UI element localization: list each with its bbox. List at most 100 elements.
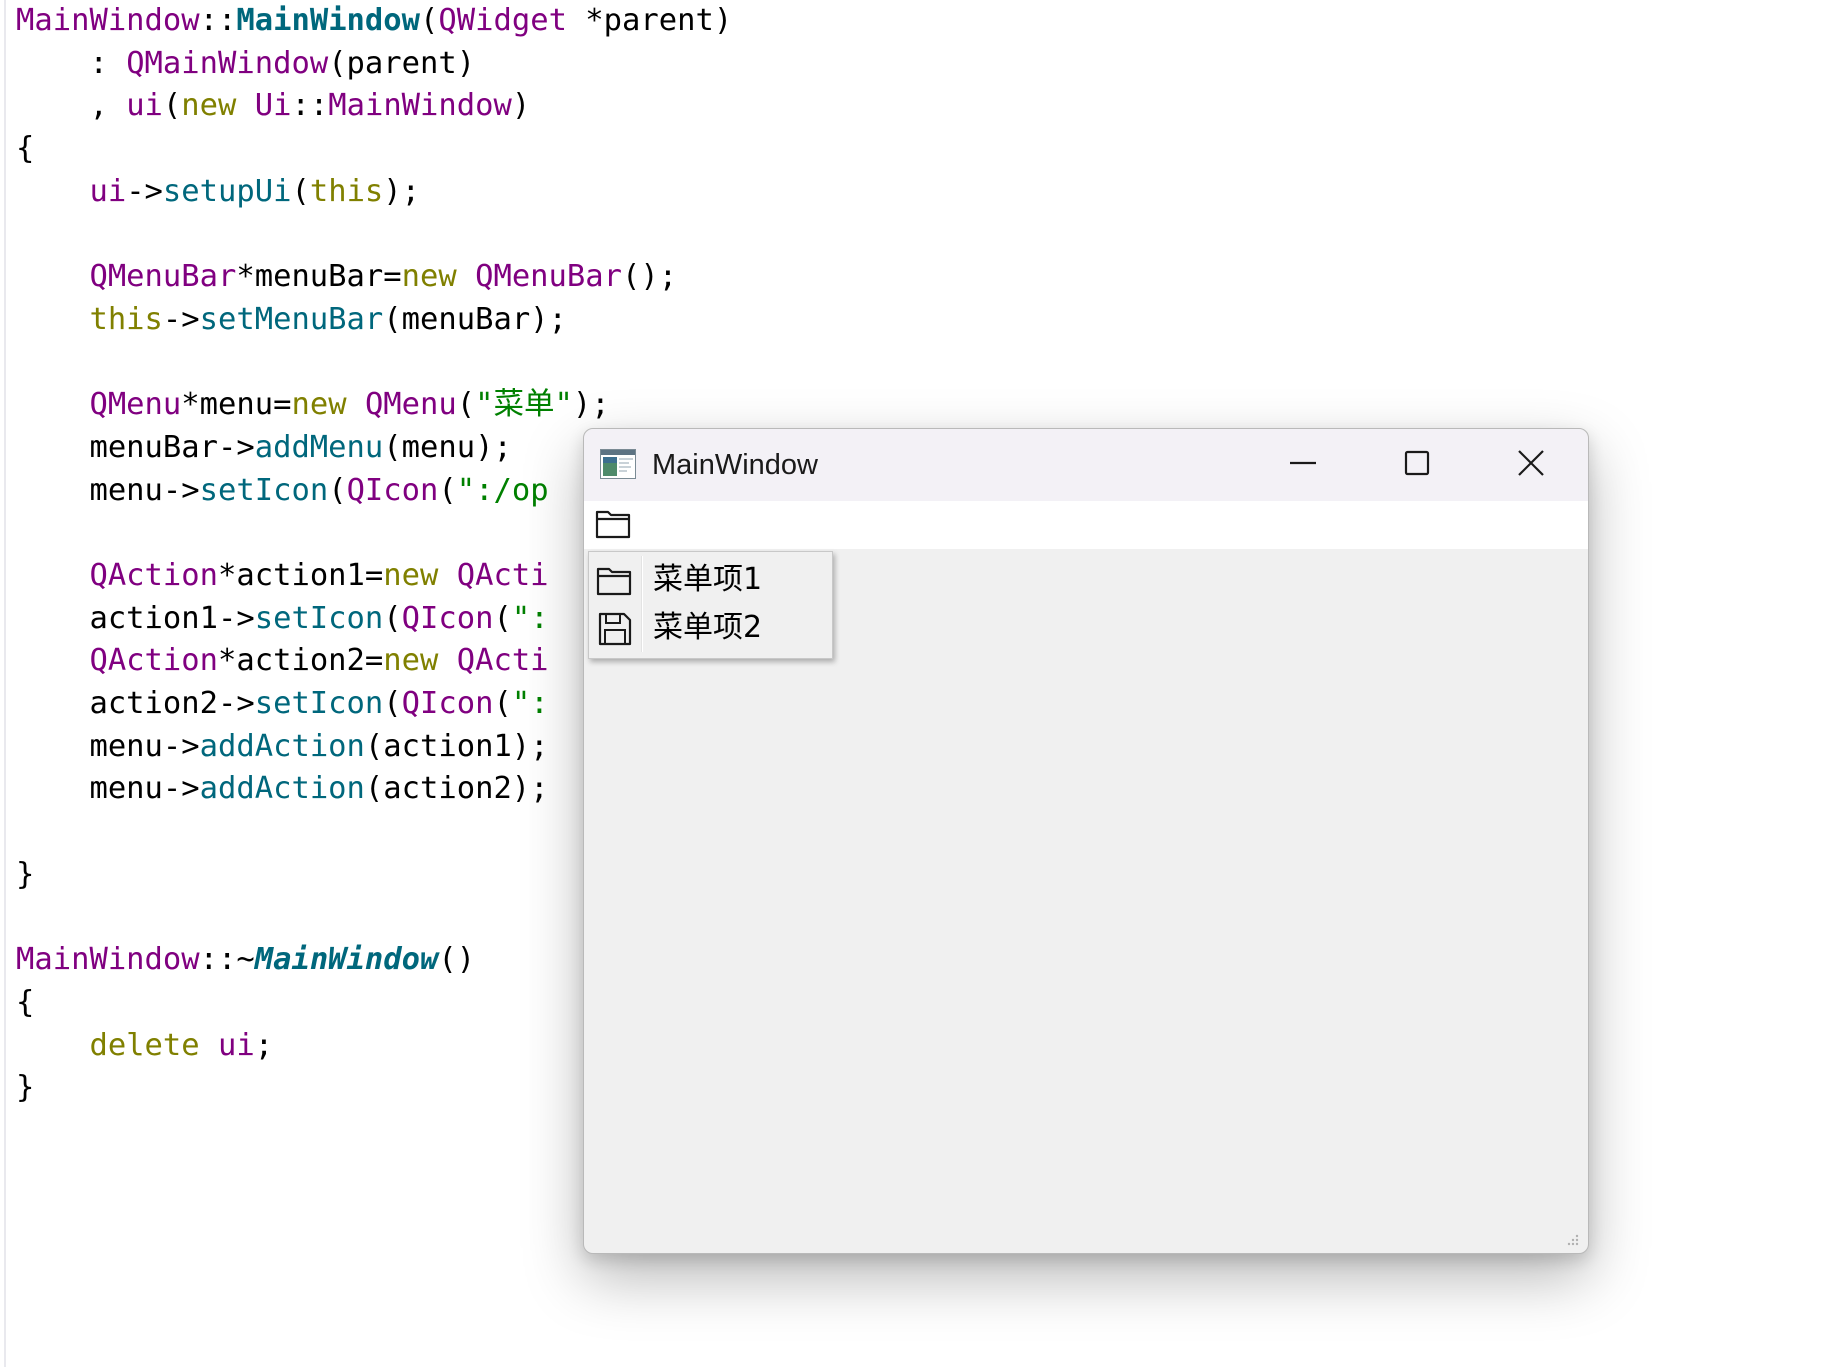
code-token: this	[309, 173, 384, 209]
app-window-icon	[600, 449, 636, 479]
code-token: QMenu	[89, 387, 182, 423]
code-token: ,	[16, 88, 127, 124]
code-token: ::	[199, 3, 237, 38]
code-token: new	[181, 88, 237, 124]
code-token: ::~	[199, 942, 255, 978]
code-token: setIcon	[199, 472, 329, 508]
code-token: ()	[438, 942, 476, 978]
code-token: QMainWindow	[126, 45, 329, 81]
code-token: *menu=	[181, 387, 292, 423]
code-token: menu->	[16, 472, 200, 508]
code-token: menuBar->	[16, 429, 255, 465]
code-token: ();	[622, 259, 678, 295]
code-token: QAction	[89, 643, 218, 679]
code-token: setIcon	[254, 686, 384, 721]
code-token: ":	[511, 600, 549, 636]
code-token: (menu);	[383, 429, 512, 465]
code-token: (	[383, 600, 402, 636]
code-token: *action1=	[218, 557, 384, 593]
menu-item-label: 菜单项2	[653, 610, 763, 645]
code-token: action1->	[16, 600, 255, 636]
code-token: (	[438, 472, 457, 508]
code-line: {	[16, 128, 732, 171]
code-token: QIcon	[401, 600, 494, 636]
code-token: *menuBar=	[236, 259, 402, 295]
code-token: {	[16, 131, 35, 167]
code-token: QAction	[89, 557, 218, 593]
code-token: addAction	[199, 728, 365, 764]
menu-bar	[584, 501, 1588, 549]
minimize-button[interactable]	[1246, 429, 1360, 501]
folder-icon	[595, 563, 635, 599]
code-token: (	[456, 387, 476, 423]
code-token: QIcon	[401, 686, 494, 721]
menu-bar-item-menu[interactable]	[592, 507, 636, 545]
code-token: MainWindow	[16, 3, 200, 38]
code-token: addAction	[199, 771, 365, 807]
minimize-icon	[1289, 449, 1317, 482]
code-token: action2->	[16, 686, 255, 721]
code-token: }	[16, 856, 35, 892]
dropdown-menu: 菜单项1 菜单项2	[588, 551, 833, 659]
code-token: setIcon	[254, 600, 384, 636]
code-token: ":/op	[456, 472, 549, 508]
code-token: ->	[162, 301, 200, 337]
save-icon	[595, 611, 635, 647]
code-line: , ui(new Ui::MainWindow)	[16, 85, 732, 128]
code-token: (	[328, 472, 347, 508]
menu-item-1[interactable]: 菜单项1	[589, 556, 832, 604]
code-token: menu->	[16, 728, 200, 764]
menu-item-label: 菜单项1	[653, 562, 763, 597]
maximize-icon	[1403, 449, 1431, 482]
code-line: : QMainWindow(parent)	[16, 43, 732, 86]
resize-grip-icon[interactable]	[1566, 1233, 1580, 1247]
code-token: (action1);	[364, 728, 549, 764]
code-token: addMenu	[254, 429, 384, 465]
code-token: QIcon	[346, 472, 439, 508]
code-token: (	[291, 173, 310, 209]
title-bar[interactable]: MainWindow	[584, 429, 1588, 501]
code-line: ui->setupUi(this);	[16, 171, 732, 214]
code-token: QWidget	[438, 3, 567, 38]
code-token: QActi	[456, 643, 549, 679]
code-token: setupUi	[162, 173, 292, 209]
code-token: (	[420, 3, 439, 38]
maximize-button[interactable]	[1360, 429, 1474, 501]
code-token: ;	[254, 1027, 274, 1063]
qt-main-window: MainWindow 菜单项1 菜单项2	[583, 428, 1589, 1254]
menu-item-2[interactable]: 菜单项2	[589, 604, 832, 652]
code-token: (action2);	[364, 771, 549, 807]
close-icon	[1517, 449, 1545, 482]
code-token: (	[383, 686, 402, 721]
code-token: );	[572, 387, 610, 423]
code-token: MainWindow	[254, 942, 439, 978]
code-token: "菜单"	[475, 387, 573, 423]
code-token: new	[383, 557, 439, 593]
code-line: this->setMenuBar(menuBar);	[16, 299, 732, 342]
code-token: MainWindow	[328, 88, 512, 124]
code-token: ->	[126, 173, 163, 209]
code-token: ui	[218, 1027, 255, 1063]
code-token: ":	[511, 686, 549, 721]
code-token: ::	[291, 88, 329, 124]
code-token: (	[493, 686, 512, 721]
code-token: MainWindow	[236, 3, 421, 38]
close-button[interactable]	[1474, 429, 1588, 501]
code-line: QMenuBar*menuBar=new QMenuBar();	[16, 256, 732, 299]
code-token: ui	[89, 173, 127, 209]
code-token: QActi	[456, 557, 549, 593]
editor-gutter-border	[4, 0, 6, 1367]
code-token: setMenuBar	[199, 301, 384, 337]
code-token: delete	[89, 1027, 200, 1063]
code-token: (parent)	[328, 45, 476, 81]
